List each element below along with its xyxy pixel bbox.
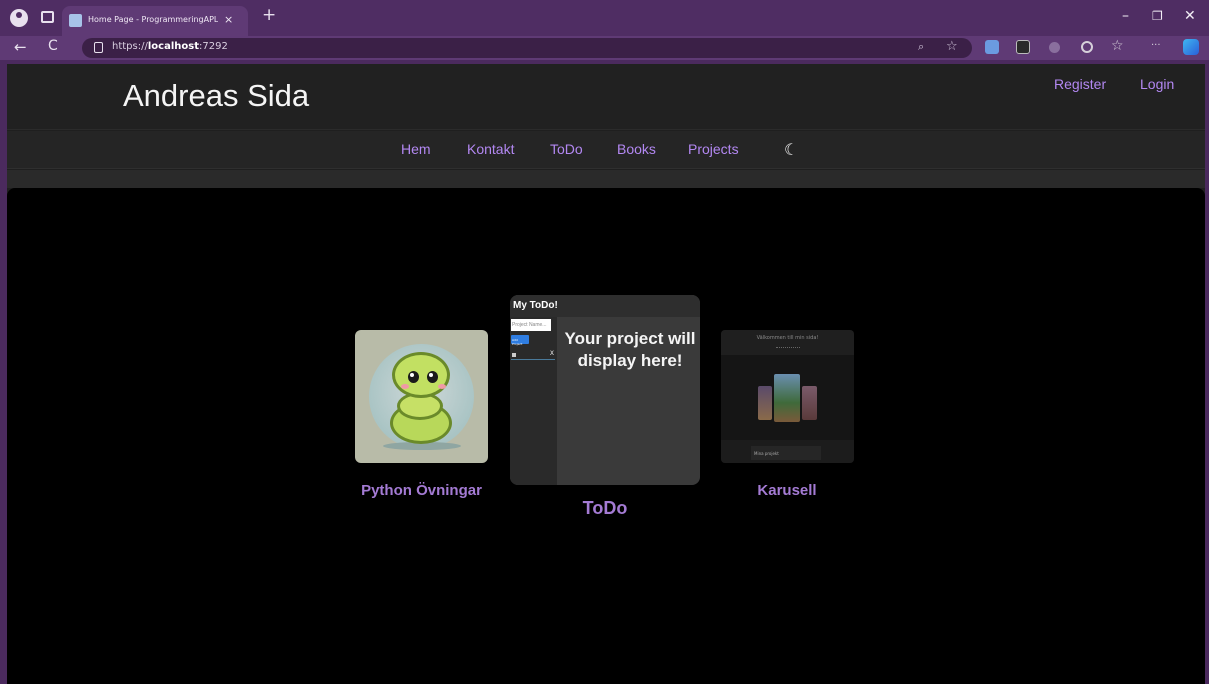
nav-link-projects[interactable]: Projects — [688, 141, 739, 157]
nav-link-kontakt[interactable]: Kontakt — [467, 141, 514, 157]
browser-tab[interactable]: Home Page - ProgrammeringAPL × — [62, 6, 248, 36]
project-carousel: Python Övningar My ToDo! Project Name...… — [7, 188, 1205, 684]
new-tab-button[interactable]: + — [262, 5, 276, 25]
copilot-icon[interactable] — [1183, 39, 1199, 55]
content-spacer — [7, 170, 1205, 188]
karusell-preview-photo-center — [774, 374, 800, 422]
zoom-icon[interactable]: ⌕ — [918, 40, 924, 54]
karusell-project-image[interactable]: Välkommen till min sida! Mina projekt — [721, 330, 854, 463]
snake-cheek-right — [438, 384, 446, 389]
todo-preview-add-button: Add Project — [511, 335, 529, 346]
carousel-label-python[interactable]: Python Övningar — [348, 482, 495, 499]
tab-title: Home Page - ProgrammeringAPL — [88, 15, 218, 24]
back-button[interactable]: ← — [14, 38, 27, 56]
karusell-preview-header: Välkommen till min sida! — [721, 330, 854, 355]
python-project-image[interactable] — [355, 330, 488, 463]
login-link[interactable]: Login — [1140, 76, 1174, 92]
more-menu-icon[interactable]: ··· — [1151, 40, 1161, 51]
todo-preview-header: My ToDo! — [510, 295, 700, 317]
extension-circle-icon[interactable] — [1049, 42, 1060, 53]
tab-close-button[interactable]: × — [224, 13, 233, 26]
address-bar[interactable]: https://localhost:7292 ⌕ ☆ — [82, 38, 972, 58]
browser-titlebar: Home Page - ProgrammeringAPL × + – ❐ ✕ — [0, 0, 1209, 36]
todo-project-image[interactable]: My ToDo! Project Name... Add Project X Y… — [510, 295, 700, 485]
web-page: Andreas Sida Register Login Hem Kontakt … — [7, 64, 1205, 684]
favorites-icon[interactable]: ☆ — [1111, 38, 1124, 54]
nav-link-books[interactable]: Books — [617, 141, 656, 157]
todo-preview-title: My ToDo! — [513, 300, 558, 311]
todo-preview-message: Your project will display here! — [564, 329, 696, 370]
carousel-label-karusell[interactable]: Karusell — [737, 482, 837, 499]
extension-translate-icon[interactable] — [985, 40, 999, 54]
todo-preview-item-delete: X — [549, 350, 554, 357]
extension-refresh-icon[interactable] — [1081, 41, 1093, 53]
site-navbar: Hem Kontakt ToDo Books Projects ☾ — [7, 131, 1205, 169]
nav-link-hem[interactable]: Hem — [401, 141, 431, 157]
register-link[interactable]: Register — [1054, 76, 1106, 92]
lock-icon[interactable] — [94, 42, 103, 53]
site-header: Andreas Sida Register Login — [7, 64, 1205, 130]
snake-eye-right — [427, 371, 438, 383]
snake-eye-left — [408, 371, 419, 383]
todo-preview-item: X — [511, 350, 555, 360]
tab-actions-icon[interactable] — [41, 11, 54, 23]
snake-cheek-left — [401, 384, 409, 389]
nav-link-todo[interactable]: ToDo — [550, 141, 583, 157]
tab-favicon-icon — [69, 14, 82, 27]
carousel-label-todo[interactable]: ToDo — [555, 498, 655, 519]
site-brand[interactable]: Andreas Sida — [123, 78, 309, 114]
refresh-button[interactable]: C — [48, 38, 58, 54]
karusell-preview-photo-right — [802, 386, 817, 420]
karusell-preview-dots — [776, 347, 800, 349]
profile-icon[interactable] — [10, 9, 28, 27]
extension-screen-icon[interactable] — [1016, 40, 1030, 54]
window-close-button[interactable]: ✕ — [1184, 8, 1196, 24]
todo-preview-item-checkbox — [512, 353, 516, 357]
karusell-preview-field: Mina projekt — [751, 446, 821, 460]
moon-icon[interactable]: ☾ — [784, 140, 798, 159]
favorite-star-icon[interactable]: ☆ — [946, 39, 958, 54]
todo-preview-input: Project Name... — [511, 319, 551, 331]
window-minimize-button[interactable]: – — [1122, 8, 1129, 24]
url-text: https://localhost:7292 — [112, 41, 228, 52]
karusell-preview-photo-left — [758, 386, 772, 420]
window-restore-button[interactable]: ❐ — [1152, 9, 1163, 23]
karusell-preview-welcome: Välkommen till min sida! — [756, 335, 819, 341]
snake-head — [392, 352, 450, 398]
